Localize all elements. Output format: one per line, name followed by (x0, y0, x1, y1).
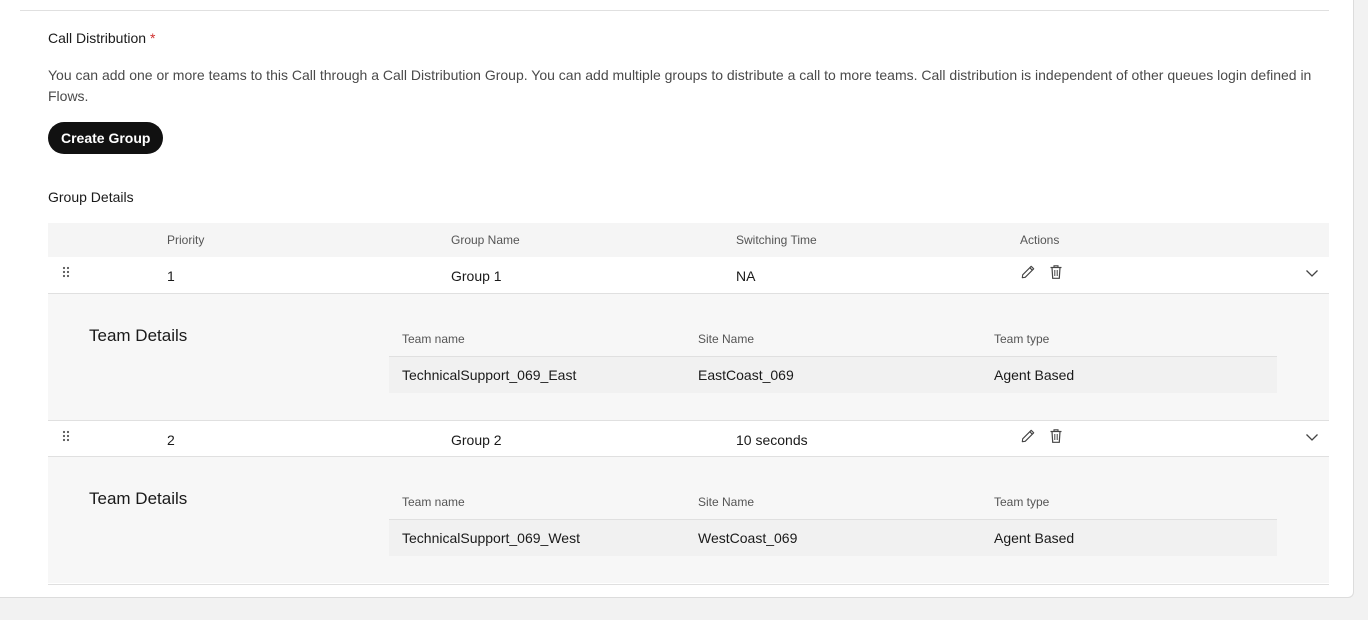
site-name: WestCoast_069 (698, 530, 798, 546)
pencil-icon[interactable] (1020, 264, 1036, 280)
section-title-text: Call Distribution (48, 30, 147, 46)
section-title: Call Distribution * (48, 30, 156, 46)
drag-handle-icon[interactable] (61, 266, 71, 280)
header-team-name: Team name (402, 332, 465, 346)
header-switching-time: Switching Time (736, 233, 817, 247)
group-table: Priority Group Name Switching Time Actio… (48, 223, 1329, 583)
team-row: TechnicalSupport_069_East EastCoast_069 … (389, 357, 1277, 393)
header-group-name: Group Name (451, 233, 520, 247)
group-name: Group 2 (451, 432, 502, 448)
group-row[interactable]: 2 Group 2 10 seconds (48, 420, 1329, 457)
divider (20, 10, 1329, 11)
group-priority: 2 (167, 432, 175, 448)
header-site-name: Site Name (698, 332, 755, 346)
team-table-header: Team name Site Name Team type (389, 487, 1277, 520)
group-switching-time: NA (736, 268, 756, 284)
trash-icon[interactable] (1049, 428, 1063, 444)
header-priority: Priority (167, 233, 205, 247)
create-group-button[interactable]: Create Group (48, 122, 164, 154)
team-type: Agent Based (994, 530, 1075, 546)
group-priority: 1 (167, 268, 175, 284)
team-table: Team name Site Name Team type TechnicalS… (389, 487, 1277, 556)
group-details-title: Group Details (48, 189, 134, 205)
call-distribution-card: Call Distribution * You can add one or mo… (0, 0, 1354, 598)
team-name: TechnicalSupport_069_East (402, 367, 577, 383)
header-team-type: Team type (994, 332, 1050, 346)
header-team-name: Team name (402, 495, 465, 509)
team-row: TechnicalSupport_069_West WestCoast_069 … (389, 520, 1277, 556)
divider (48, 584, 1329, 585)
group-table-header: Priority Group Name Switching Time Actio… (48, 223, 1329, 257)
site-name: EastCoast_069 (698, 367, 794, 383)
team-type: Agent Based (994, 367, 1075, 383)
header-actions: Actions (1020, 233, 1060, 247)
team-details-title: Team Details (89, 489, 188, 508)
team-table-header: Team name Site Name Team type (389, 324, 1277, 357)
group-row[interactable]: 1 Group 1 NA (48, 257, 1329, 294)
team-details-title: Team Details (89, 326, 188, 345)
section-description: You can add one or more teams to this Ca… (48, 67, 1312, 104)
drag-handle-icon[interactable] (61, 430, 71, 444)
team-name: TechnicalSupport_069_West (402, 530, 580, 546)
team-details-panel: Team Details Team name Site Name Team ty… (48, 294, 1329, 420)
group-switching-time: 10 seconds (736, 432, 808, 448)
pencil-icon[interactable] (1020, 428, 1036, 444)
trash-icon[interactable] (1049, 264, 1063, 280)
chevron-down-icon[interactable] (1305, 266, 1319, 280)
required-marker: * (150, 30, 156, 46)
team-table: Team name Site Name Team type TechnicalS… (389, 324, 1277, 393)
header-team-type: Team type (994, 495, 1050, 509)
chevron-down-icon[interactable] (1305, 430, 1319, 444)
header-site-name: Site Name (698, 495, 755, 509)
group-name: Group 1 (451, 268, 502, 284)
team-details-panel: Team Details Team name Site Name Team ty… (48, 457, 1329, 583)
